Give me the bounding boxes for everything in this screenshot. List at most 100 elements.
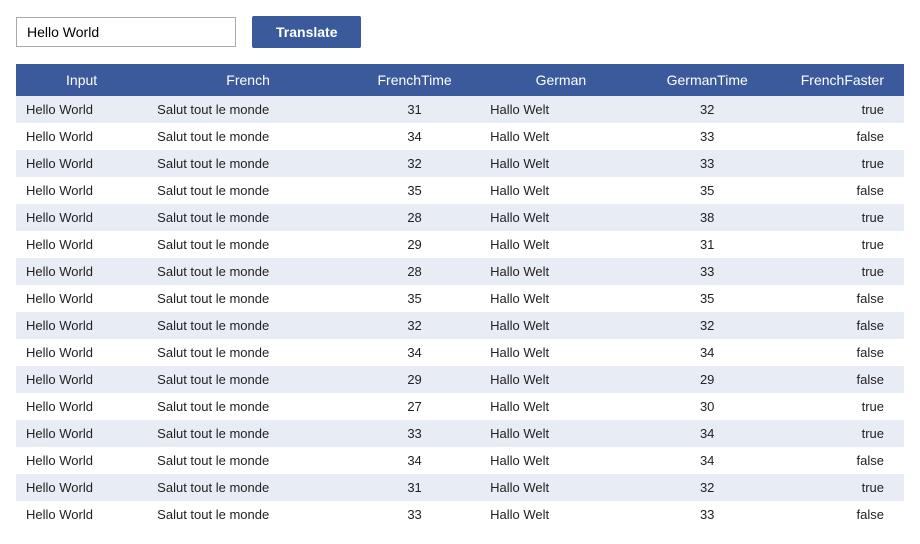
- cell-r5-c2: 29: [349, 231, 480, 258]
- cell-r4-c1: Salut tout le monde: [147, 204, 349, 231]
- cell-r8-c0: Hello World: [16, 312, 147, 339]
- cell-r10-c5: false: [773, 366, 904, 393]
- cell-r12-c3: Hallo Welt: [480, 420, 641, 447]
- cell-r3-c1: Salut tout le monde: [147, 177, 349, 204]
- cell-r6-c2: 28: [349, 258, 480, 285]
- cell-r11-c2: 27: [349, 393, 480, 420]
- cell-r2-c1: Salut tout le monde: [147, 150, 349, 177]
- cell-r14-c5: true: [773, 474, 904, 501]
- cell-r8-c3: Hallo Welt: [480, 312, 641, 339]
- cell-r5-c5: true: [773, 231, 904, 258]
- cell-r14-c1: Salut tout le monde: [147, 474, 349, 501]
- cell-r6-c5: true: [773, 258, 904, 285]
- cell-r11-c1: Salut tout le monde: [147, 393, 349, 420]
- cell-r2-c3: Hallo Welt: [480, 150, 641, 177]
- cell-r7-c5: false: [773, 285, 904, 312]
- cell-r15-c5: false: [773, 501, 904, 528]
- cell-r3-c3: Hallo Welt: [480, 177, 641, 204]
- table-row: Hello WorldSalut tout le monde35Hallo We…: [16, 285, 904, 312]
- cell-r8-c1: Salut tout le monde: [147, 312, 349, 339]
- cell-r5-c0: Hello World: [16, 231, 147, 258]
- table-row: Hello WorldSalut tout le monde33Hallo We…: [16, 501, 904, 528]
- table-row: Hello WorldSalut tout le monde32Hallo We…: [16, 150, 904, 177]
- cell-r9-c5: false: [773, 339, 904, 366]
- cell-r5-c1: Salut tout le monde: [147, 231, 349, 258]
- cell-r14-c4: 32: [642, 474, 773, 501]
- cell-r8-c2: 32: [349, 312, 480, 339]
- cell-r12-c2: 33: [349, 420, 480, 447]
- table-row: Hello WorldSalut tout le monde35Hallo We…: [16, 177, 904, 204]
- cell-r13-c5: false: [773, 447, 904, 474]
- cell-r12-c0: Hello World: [16, 420, 147, 447]
- table-row: Hello WorldSalut tout le monde34Hallo We…: [16, 447, 904, 474]
- cell-r7-c3: Hallo Welt: [480, 285, 641, 312]
- cell-r13-c1: Salut tout le monde: [147, 447, 349, 474]
- cell-r13-c3: Hallo Welt: [480, 447, 641, 474]
- cell-r14-c3: Hallo Welt: [480, 474, 641, 501]
- cell-r0-c1: Salut tout le monde: [147, 96, 349, 123]
- cell-r11-c0: Hello World: [16, 393, 147, 420]
- cell-r6-c1: Salut tout le monde: [147, 258, 349, 285]
- cell-r1-c5: false: [773, 123, 904, 150]
- cell-r10-c3: Hallo Welt: [480, 366, 641, 393]
- cell-r15-c0: Hello World: [16, 501, 147, 528]
- cell-r1-c0: Hello World: [16, 123, 147, 150]
- cell-r4-c4: 38: [642, 204, 773, 231]
- cell-r6-c0: Hello World: [16, 258, 147, 285]
- cell-r6-c4: 33: [642, 258, 773, 285]
- table-row: Hello WorldSalut tout le monde34Hallo We…: [16, 339, 904, 366]
- cell-r15-c2: 33: [349, 501, 480, 528]
- cell-r10-c1: Salut tout le monde: [147, 366, 349, 393]
- cell-r5-c3: Hallo Welt: [480, 231, 641, 258]
- results-table: InputFrenchFrenchTimeGermanGermanTimeFre…: [16, 64, 904, 528]
- table-row: Hello WorldSalut tout le monde29Hallo We…: [16, 231, 904, 258]
- table-row: Hello WorldSalut tout le monde31Hallo We…: [16, 474, 904, 501]
- cell-r9-c2: 34: [349, 339, 480, 366]
- cell-r8-c5: false: [773, 312, 904, 339]
- cell-r2-c0: Hello World: [16, 150, 147, 177]
- cell-r5-c4: 31: [642, 231, 773, 258]
- cell-r4-c3: Hallo Welt: [480, 204, 641, 231]
- table-row: Hello WorldSalut tout le monde34Hallo We…: [16, 123, 904, 150]
- cell-r0-c5: true: [773, 96, 904, 123]
- table-header-row: InputFrenchFrenchTimeGermanGermanTimeFre…: [16, 64, 904, 96]
- search-input[interactable]: [16, 17, 236, 47]
- cell-r3-c0: Hello World: [16, 177, 147, 204]
- cell-r13-c2: 34: [349, 447, 480, 474]
- cell-r0-c2: 31: [349, 96, 480, 123]
- table-row: Hello WorldSalut tout le monde29Hallo We…: [16, 366, 904, 393]
- column-header-german: German: [480, 64, 641, 96]
- translate-button[interactable]: Translate: [252, 16, 361, 48]
- cell-r15-c4: 33: [642, 501, 773, 528]
- cell-r0-c0: Hello World: [16, 96, 147, 123]
- cell-r2-c5: true: [773, 150, 904, 177]
- table-row: Hello WorldSalut tout le monde31Hallo We…: [16, 96, 904, 123]
- cell-r1-c4: 33: [642, 123, 773, 150]
- cell-r10-c4: 29: [642, 366, 773, 393]
- cell-r9-c3: Hallo Welt: [480, 339, 641, 366]
- cell-r12-c1: Salut tout le monde: [147, 420, 349, 447]
- cell-r9-c0: Hello World: [16, 339, 147, 366]
- cell-r4-c0: Hello World: [16, 204, 147, 231]
- cell-r13-c0: Hello World: [16, 447, 147, 474]
- table-row: Hello WorldSalut tout le monde33Hallo We…: [16, 420, 904, 447]
- cell-r13-c4: 34: [642, 447, 773, 474]
- table-row: Hello WorldSalut tout le monde27Hallo We…: [16, 393, 904, 420]
- cell-r7-c1: Salut tout le monde: [147, 285, 349, 312]
- cell-r11-c3: Hallo Welt: [480, 393, 641, 420]
- cell-r1-c2: 34: [349, 123, 480, 150]
- column-header-french: French: [147, 64, 349, 96]
- cell-r11-c4: 30: [642, 393, 773, 420]
- cell-r6-c3: Hallo Welt: [480, 258, 641, 285]
- cell-r15-c1: Salut tout le monde: [147, 501, 349, 528]
- cell-r9-c1: Salut tout le monde: [147, 339, 349, 366]
- table-row: Hello WorldSalut tout le monde28Hallo We…: [16, 258, 904, 285]
- cell-r3-c4: 35: [642, 177, 773, 204]
- cell-r3-c2: 35: [349, 177, 480, 204]
- cell-r14-c0: Hello World: [16, 474, 147, 501]
- cell-r15-c3: Hallo Welt: [480, 501, 641, 528]
- cell-r7-c2: 35: [349, 285, 480, 312]
- cell-r8-c4: 32: [642, 312, 773, 339]
- cell-r0-c4: 32: [642, 96, 773, 123]
- toolbar: Translate: [16, 16, 904, 48]
